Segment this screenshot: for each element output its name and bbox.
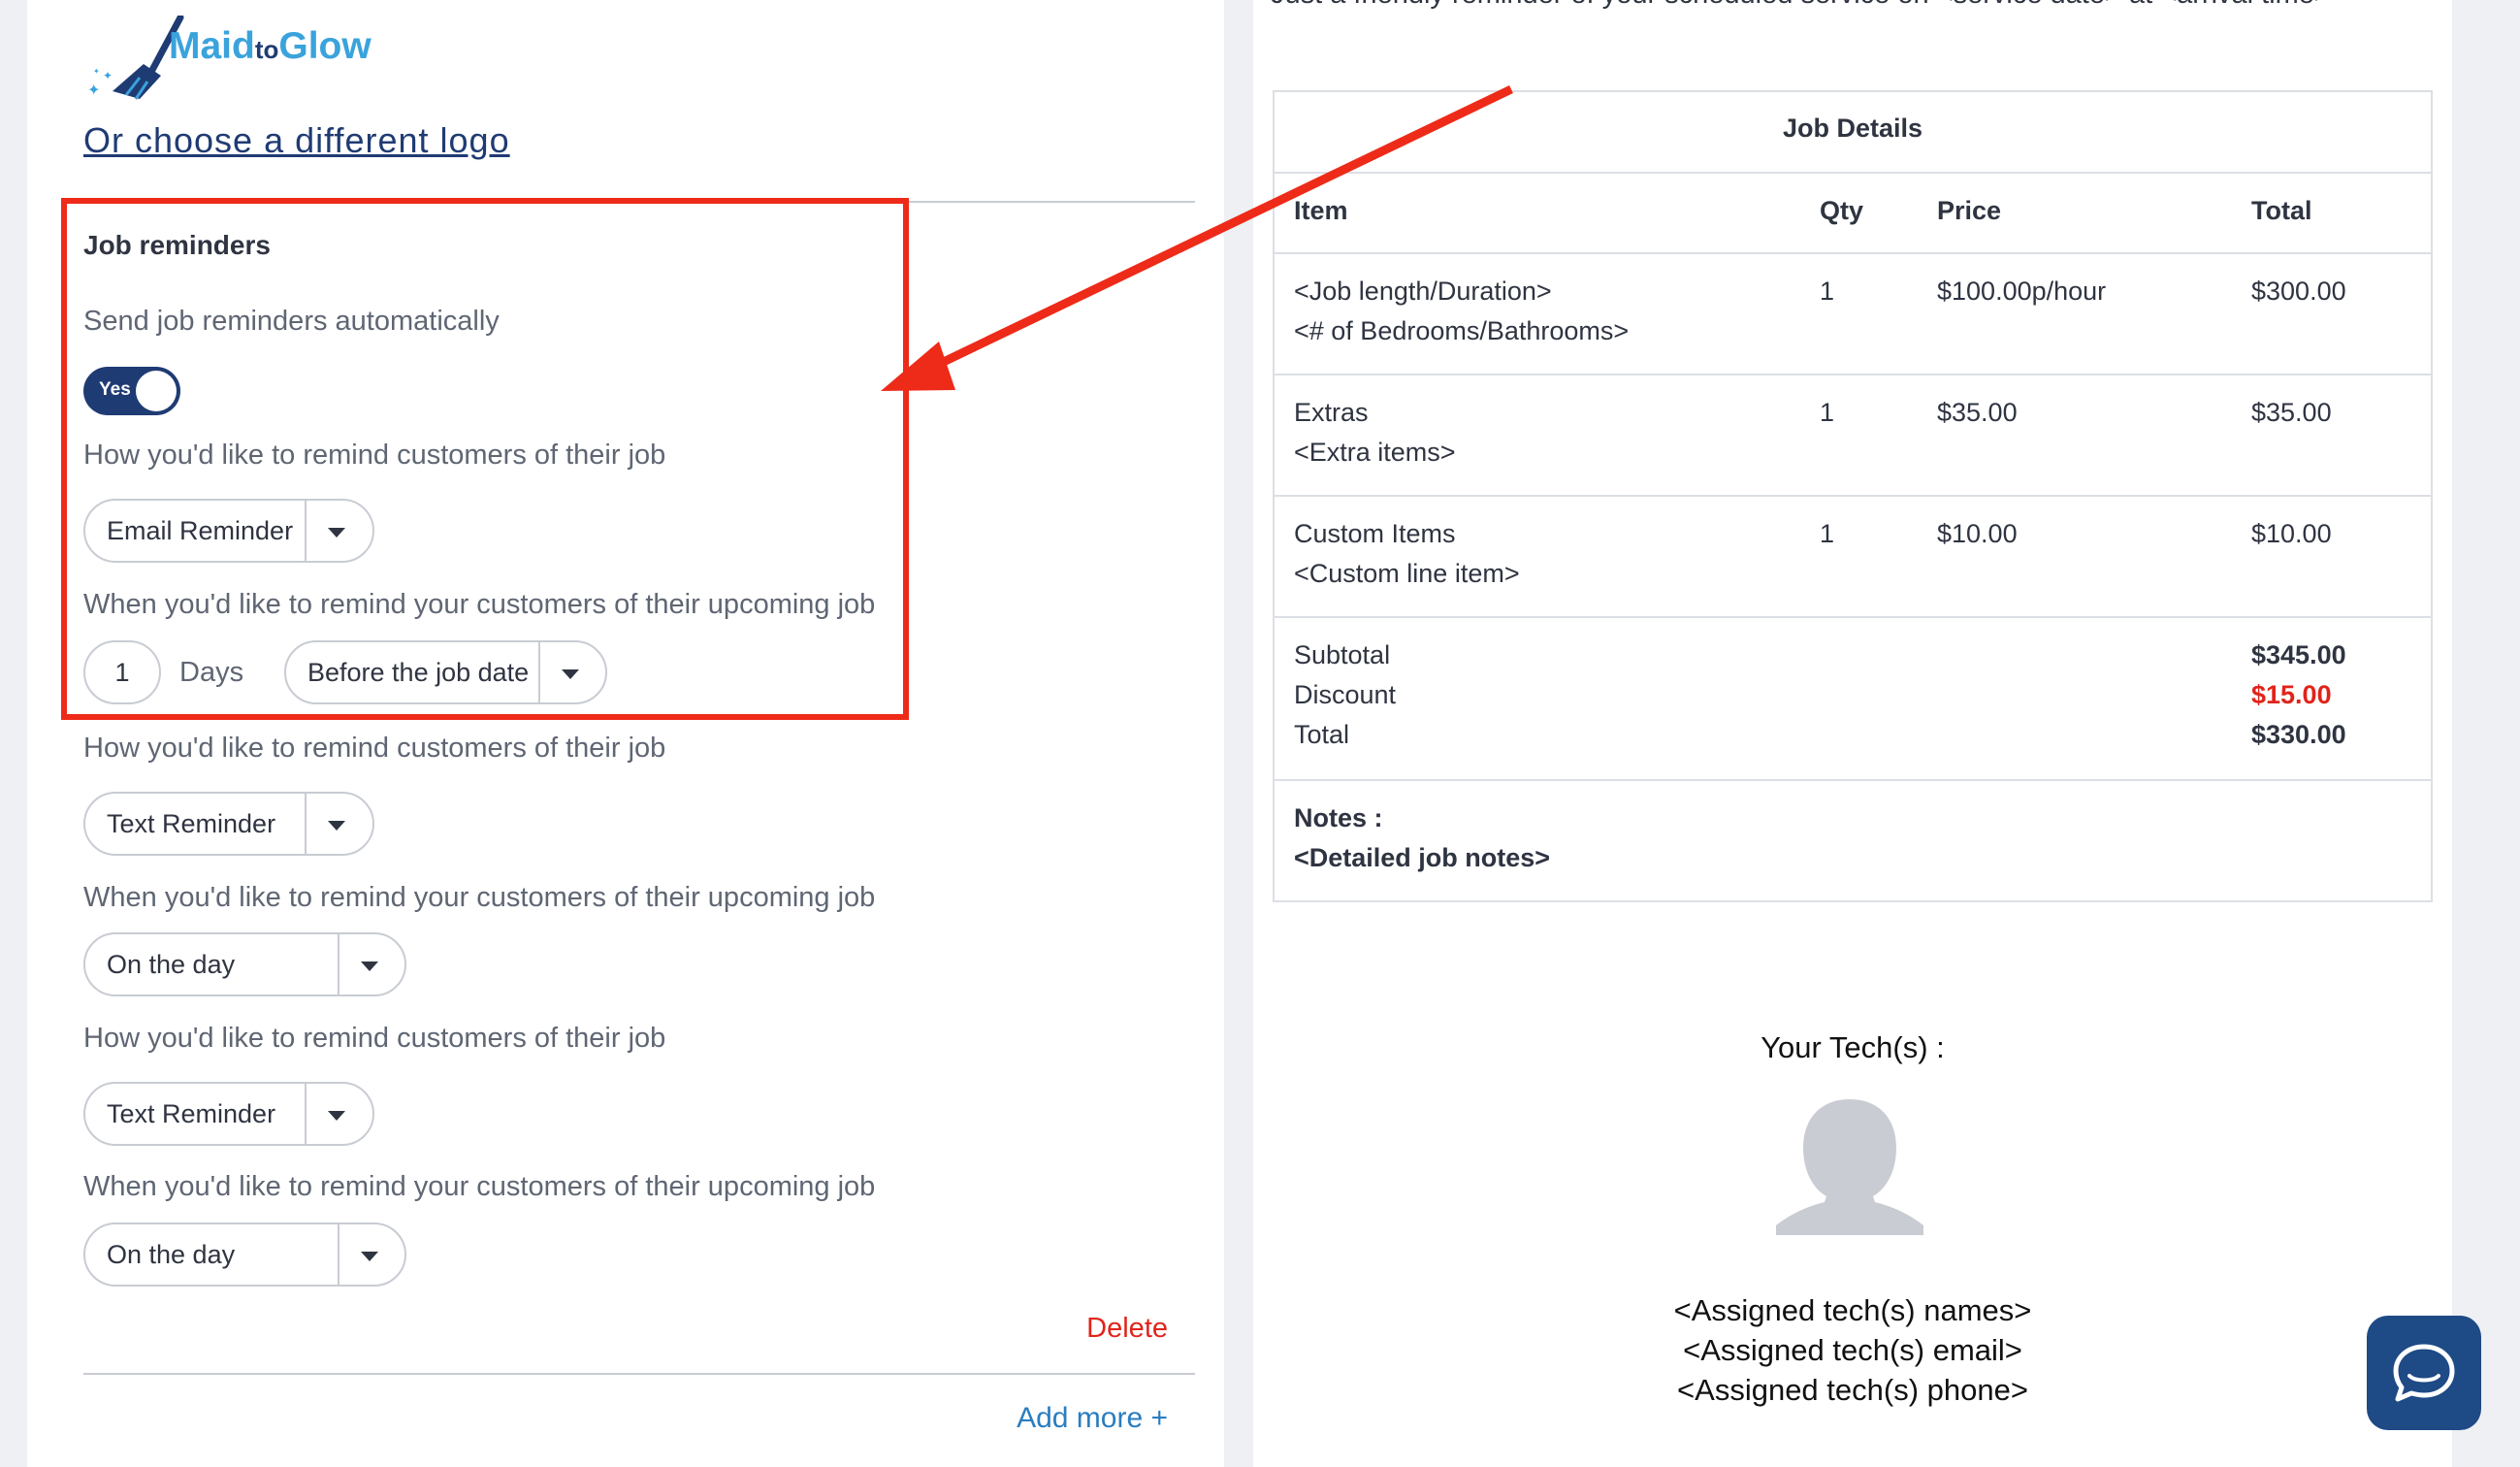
svg-text:✦: ✦ bbox=[103, 69, 113, 82]
row-item: Extras bbox=[1294, 398, 1369, 427]
row-qty: 1 bbox=[1820, 519, 1835, 548]
select-value: Text Reminder bbox=[107, 1099, 276, 1128]
reminder-timing-label: When you'd like to remind your customers… bbox=[83, 1171, 876, 1202]
row-item-detail: <Extra items> bbox=[1294, 438, 1456, 467]
caret-down-icon bbox=[328, 1111, 345, 1121]
job-details-title: Job Details bbox=[1782, 114, 1923, 143]
choose-different-logo-link[interactable]: Or choose a different logo bbox=[83, 120, 510, 161]
row-item-detail: <# of Bedrooms/Bathrooms> bbox=[1294, 316, 1630, 345]
reminder-method-select[interactable]: Text Reminder bbox=[83, 1082, 374, 1146]
row-total: $35.00 bbox=[2251, 398, 2332, 427]
row-total: $10.00 bbox=[2251, 519, 2332, 548]
select-separator bbox=[338, 1224, 339, 1285]
row-price: $100.00p/hour bbox=[1937, 277, 2107, 306]
select-value: On the day bbox=[107, 950, 236, 979]
user-silhouette-icon bbox=[1776, 1099, 1923, 1235]
table-divider bbox=[1275, 616, 2431, 618]
reminder-timing-select[interactable]: On the day bbox=[83, 1222, 406, 1287]
header-qty: Qty bbox=[1820, 196, 1864, 225]
divider bbox=[83, 1373, 1195, 1375]
header-price: Price bbox=[1937, 196, 2002, 225]
caret-down-icon bbox=[361, 1252, 378, 1261]
total-value: $330.00 bbox=[2251, 720, 2346, 749]
discount-value: $15.00 bbox=[2251, 680, 2332, 709]
reminder-method-label: How you'd like to remind customers of th… bbox=[83, 1023, 666, 1054]
svg-text:✦: ✦ bbox=[87, 82, 100, 99]
row-qty: 1 bbox=[1820, 277, 1835, 306]
row-price: $35.00 bbox=[1937, 398, 2018, 427]
job-details-table: Job Details Item Qty Price Total <Job le… bbox=[1273, 90, 2433, 902]
caret-down-icon bbox=[361, 962, 378, 971]
discount-label: Discount bbox=[1294, 680, 1397, 709]
reminder-timing-select[interactable]: On the day bbox=[83, 932, 406, 996]
reminder-timing-label: When you'd like to remind your customers… bbox=[83, 882, 876, 913]
table-divider bbox=[1275, 252, 2431, 254]
annotation-highlight-box bbox=[61, 198, 909, 720]
table-divider bbox=[1275, 374, 2431, 375]
select-separator bbox=[338, 934, 339, 994]
row-total: $300.00 bbox=[2251, 277, 2346, 306]
row-qty: 1 bbox=[1820, 398, 1835, 427]
row-item: Custom Items bbox=[1294, 519, 1456, 548]
tech-email: <Assigned tech(s) email> bbox=[1683, 1333, 2022, 1367]
select-value: On the day bbox=[107, 1240, 236, 1269]
select-separator bbox=[305, 1084, 307, 1144]
table-divider bbox=[1275, 495, 2431, 497]
chat-bubble-icon bbox=[2393, 1344, 2455, 1402]
header-total: Total bbox=[2251, 196, 2312, 225]
reminder-method-label: How you'd like to remind customers of th… bbox=[83, 733, 666, 764]
row-item: <Job length/Duration> bbox=[1294, 277, 1552, 306]
subtotal-label: Subtotal bbox=[1294, 640, 1391, 669]
notes-value: <Detailed job notes> bbox=[1294, 843, 1551, 872]
svg-text:✦: ✦ bbox=[93, 67, 100, 76]
row-price: $10.00 bbox=[1937, 519, 2018, 548]
delete-reminder-button[interactable]: Delete bbox=[1086, 1313, 1168, 1345]
reminder-message: Just a friendly reminder of your schedul… bbox=[1271, 0, 2331, 11]
select-value: Text Reminder bbox=[107, 809, 276, 838]
reminder-method-select[interactable]: Text Reminder bbox=[83, 792, 374, 856]
total-label: Total bbox=[1294, 720, 1350, 749]
settings-panel: ✦ ✦ ✦ MaidtoGlow Or choose a different l… bbox=[27, 0, 1224, 1467]
select-separator bbox=[305, 794, 307, 854]
caret-down-icon bbox=[328, 821, 345, 831]
tech-title: Your Tech(s) : bbox=[1761, 1030, 1945, 1064]
logo-wordmark: MaidtoGlow bbox=[169, 25, 372, 67]
tech-phone: <Assigned tech(s) phone> bbox=[1677, 1373, 2028, 1407]
table-divider bbox=[1275, 172, 2431, 174]
add-more-button[interactable]: Add more + bbox=[1017, 1402, 1168, 1435]
chat-widget-button[interactable] bbox=[2367, 1316, 2481, 1430]
table-divider bbox=[1275, 779, 2431, 781]
row-item-detail: <Custom line item> bbox=[1294, 559, 1520, 588]
notes-label: Notes : bbox=[1294, 803, 1383, 832]
subtotal-value: $345.00 bbox=[2251, 640, 2346, 669]
company-logo: ✦ ✦ ✦ MaidtoGlow bbox=[83, 16, 404, 103]
header-item: Item bbox=[1294, 196, 1348, 225]
email-preview-panel: Just a friendly reminder of your schedul… bbox=[1253, 0, 2452, 1467]
tech-names: <Assigned tech(s) names> bbox=[1673, 1293, 2032, 1327]
